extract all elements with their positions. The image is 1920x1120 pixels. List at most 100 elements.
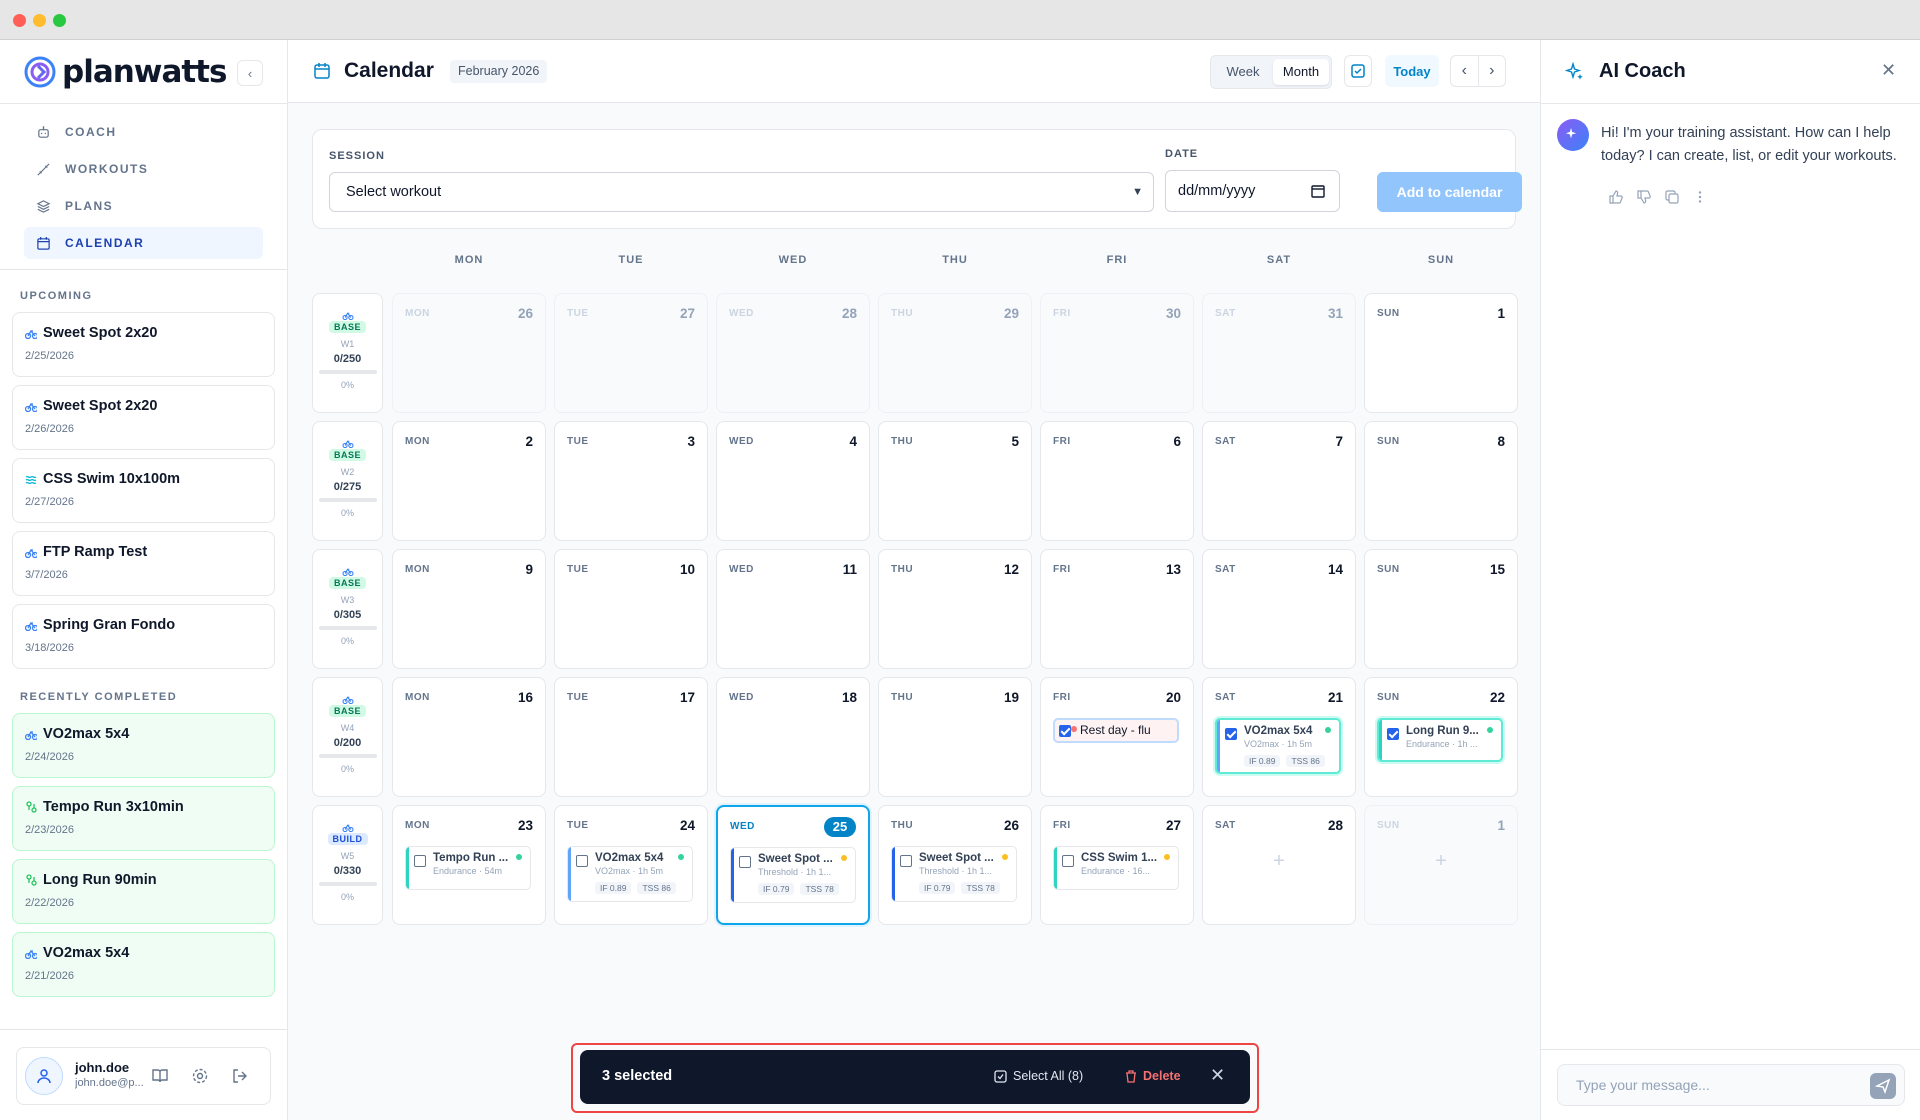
message-input[interactable]: Type your message...: [1557, 1064, 1905, 1106]
day-cell[interactable]: SUN 8: [1364, 421, 1518, 541]
avatar[interactable]: [25, 1057, 63, 1095]
thumbs-down-icon[interactable]: [1637, 190, 1651, 204]
day-cell[interactable]: MON 16: [392, 677, 546, 797]
week-summary[interactable]: BASE W4 0/200 0%: [312, 677, 383, 797]
event-checkbox[interactable]: [1062, 855, 1074, 867]
event-checkbox[interactable]: [1387, 728, 1399, 740]
upcoming-workout-card[interactable]: Sweet Spot 2x20 2/25/2026: [12, 312, 275, 377]
day-cell[interactable]: WED 11: [716, 549, 870, 669]
day-cell[interactable]: TUE 24 VO2max 5x4 VO2max · 1h 5m IF 0.89 TSS …: [554, 805, 708, 925]
settings-gear-icon[interactable]: [191, 1067, 209, 1085]
day-cell[interactable]: MON 9: [392, 549, 546, 669]
copy-icon[interactable]: [1665, 190, 1679, 204]
day-cell[interactable]: THU 29: [878, 293, 1032, 413]
sidebar-item-calendar[interactable]: CALENDAR: [24, 227, 263, 259]
workout-event[interactable]: VO2max 5x4 VO2max · 1h 5m IF 0.89 TSS 86: [567, 846, 693, 902]
minimize-window-icon[interactable]: [33, 14, 46, 27]
workout-event[interactable]: Long Run 9... Endurance · 1h ...: [1377, 718, 1503, 762]
day-cell[interactable]: THU 12: [878, 549, 1032, 669]
day-cell[interactable]: SAT 31: [1202, 293, 1356, 413]
completed-workout-card[interactable]: VO2max 5x4 2/21/2026: [12, 932, 275, 997]
delete-button[interactable]: Delete: [1125, 1069, 1181, 1083]
add-workout-icon[interactable]: +: [1203, 850, 1355, 873]
day-cell[interactable]: WED 25 Sweet Spot ... Threshold · 1h 1... IF…: [716, 805, 870, 925]
event-checkbox[interactable]: [739, 856, 751, 868]
completed-workout-card[interactable]: VO2max 5x4 2/24/2026: [12, 713, 275, 778]
day-cell[interactable]: SUN 15: [1364, 549, 1518, 669]
workout-select[interactable]: Select workout ▼: [329, 172, 1154, 212]
week-view-button[interactable]: Week: [1215, 59, 1271, 85]
workout-event[interactable]: Tempo Run ... Endurance · 54m: [405, 846, 531, 890]
day-cell[interactable]: SUN 22 Long Run 9... Endurance · 1h ...: [1364, 677, 1518, 797]
day-cell[interactable]: FRI 13: [1040, 549, 1194, 669]
add-to-calendar-button[interactable]: Add to calendar: [1377, 172, 1522, 212]
week-summary[interactable]: BASE W2 0/275 0%: [312, 421, 383, 541]
next-period-button[interactable]: ›: [1479, 62, 1506, 80]
book-icon[interactable]: [151, 1067, 169, 1085]
send-button[interactable]: [1870, 1073, 1896, 1099]
workout-event[interactable]: Sweet Spot ... Threshold · 1h 1... IF 0.79…: [730, 847, 856, 903]
more-options-icon[interactable]: [1693, 190, 1707, 204]
day-cell[interactable]: SUN 1 +: [1364, 805, 1518, 925]
day-cell[interactable]: FRI 6: [1040, 421, 1194, 541]
collapse-sidebar-button[interactable]: ‹: [237, 60, 263, 86]
week-summary[interactable]: BASE W3 0/305 0%: [312, 549, 383, 669]
day-cell[interactable]: TUE 27: [554, 293, 708, 413]
day-cell[interactable]: FRI 27 CSS Swim 1... Endurance · 16...: [1040, 805, 1194, 925]
upcoming-workout-card[interactable]: FTP Ramp Test 3/7/2026: [12, 531, 275, 596]
day-cell[interactable]: SUN 1: [1364, 293, 1518, 413]
logo[interactable]: planwatts: [24, 54, 227, 90]
workout-event[interactable]: CSS Swim 1... Endurance · 16...: [1053, 846, 1179, 890]
date-input[interactable]: dd/mm/yyyy: [1165, 170, 1340, 212]
sidebar-item-workouts[interactable]: WORKOUTS: [24, 153, 263, 185]
sidebar-item-coach[interactable]: COACH: [24, 116, 263, 148]
workout-event[interactable]: VO2max 5x4 VO2max · 1h 5m IF 0.89 TSS 86: [1215, 718, 1341, 774]
completed-workout-card[interactable]: Tempo Run 3x10min 2/23/2026: [12, 786, 275, 851]
select-all-button[interactable]: Select All (8): [994, 1069, 1083, 1083]
upcoming-workout-card[interactable]: CSS Swim 10x100m 2/27/2026: [12, 458, 275, 523]
day-cell[interactable]: SAT 28 +: [1202, 805, 1356, 925]
day-cell[interactable]: FRI 20 Rest day - flu: [1040, 677, 1194, 797]
workout-event[interactable]: Sweet Spot ... Threshold · 1h 1... IF 0.79…: [891, 846, 1017, 902]
week-summary[interactable]: BUILD W5 0/330 0%: [312, 805, 383, 925]
prev-period-button[interactable]: ‹: [1451, 62, 1478, 80]
thumbs-up-icon[interactable]: [1609, 190, 1623, 204]
event-checkbox[interactable]: [414, 855, 426, 867]
close-panel-icon[interactable]: ✕: [1881, 60, 1896, 81]
day-cell[interactable]: WED 18: [716, 677, 870, 797]
day-cell[interactable]: WED 4: [716, 421, 870, 541]
day-cell[interactable]: SAT 14: [1202, 549, 1356, 669]
sidebar-item-plans[interactable]: PLANS: [24, 190, 263, 222]
rest-day-event[interactable]: Rest day - flu: [1053, 718, 1179, 743]
day-cell[interactable]: THU 26 Sweet Spot ... Threshold · 1h 1... IF…: [878, 805, 1032, 925]
day-cell[interactable]: TUE 17: [554, 677, 708, 797]
close-selection-icon[interactable]: ✕: [1210, 1065, 1225, 1086]
day-cell[interactable]: FRI 30: [1040, 293, 1194, 413]
day-cell[interactable]: SAT 7: [1202, 421, 1356, 541]
day-cell[interactable]: MON 2: [392, 421, 546, 541]
maximize-window-icon[interactable]: [53, 14, 66, 27]
day-cell[interactable]: THU 5: [878, 421, 1032, 541]
completed-workout-card[interactable]: Long Run 90min 2/22/2026: [12, 859, 275, 924]
month-view-button[interactable]: Month: [1273, 59, 1329, 85]
upcoming-workout-card[interactable]: Sweet Spot 2x20 2/26/2026: [12, 385, 275, 450]
date-picker-icon[interactable]: [1311, 184, 1325, 198]
event-checkbox[interactable]: [900, 855, 912, 867]
logout-icon[interactable]: [231, 1067, 249, 1085]
event-checkbox[interactable]: [576, 855, 588, 867]
day-cell[interactable]: MON 26: [392, 293, 546, 413]
day-cell[interactable]: THU 19: [878, 677, 1032, 797]
event-checkbox[interactable]: [1059, 725, 1071, 737]
day-cell[interactable]: MON 23 Tempo Run ... Endurance · 54m: [392, 805, 546, 925]
today-button[interactable]: Today: [1385, 55, 1439, 87]
user-card[interactable]: john.doe john.doe@p...: [16, 1047, 271, 1105]
week-summary[interactable]: BASE W1 0/250 0%: [312, 293, 383, 413]
day-cell[interactable]: WED 28: [716, 293, 870, 413]
day-cell[interactable]: SAT 21 VO2max 5x4 VO2max · 1h 5m IF 0.89 TSS …: [1202, 677, 1356, 797]
day-cell[interactable]: TUE 10: [554, 549, 708, 669]
add-workout-icon[interactable]: +: [1365, 850, 1517, 873]
event-checkbox[interactable]: [1225, 728, 1237, 740]
select-mode-button[interactable]: [1344, 55, 1372, 87]
upcoming-workout-card[interactable]: Spring Gran Fondo 3/18/2026: [12, 604, 275, 669]
day-cell[interactable]: TUE 3: [554, 421, 708, 541]
